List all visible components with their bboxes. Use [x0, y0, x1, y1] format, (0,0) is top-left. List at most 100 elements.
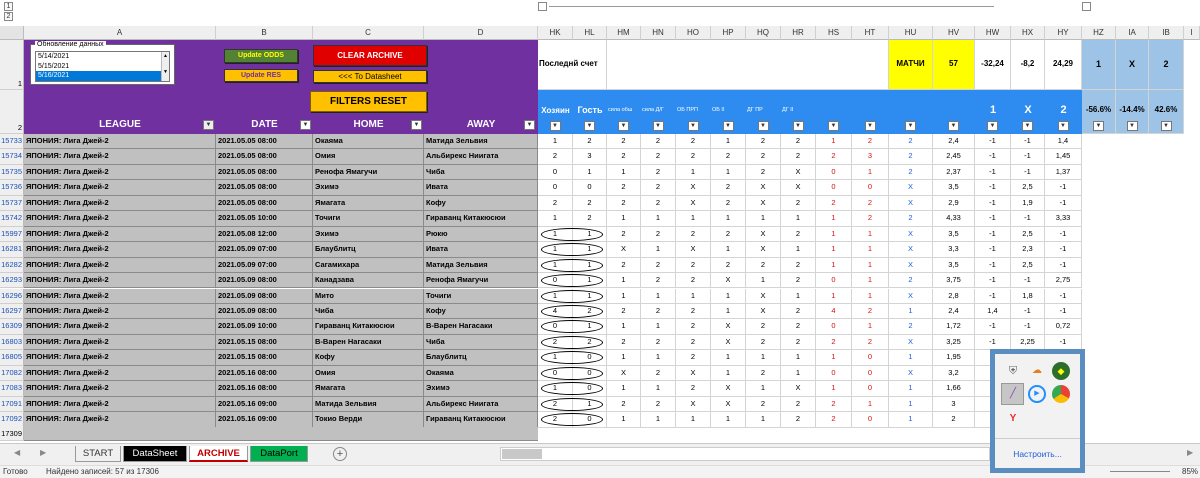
date-cell[interactable]: 2021.05.15 08:00 — [216, 334, 313, 351]
stat-cell-hq[interactable]: 1 — [746, 350, 781, 366]
row-header-last[interactable]: 17309 — [0, 427, 24, 441]
stat-cell-hn[interactable]: 2 — [641, 273, 676, 289]
stat-cell-hr[interactable]: X — [781, 381, 816, 397]
stat-cell-hr[interactable]: 1 — [781, 365, 816, 382]
host-score-cell[interactable]: 1 — [538, 381, 573, 397]
media-player-icon[interactable]: ▶ — [1028, 385, 1046, 403]
league-cell[interactable]: ЯПОНИЯ: Лига Джей-2 — [24, 381, 216, 397]
stat-cell-ht[interactable]: 1 — [852, 396, 889, 413]
stat-cell-hq[interactable]: 2 — [746, 257, 781, 274]
stat-cell-hw[interactable]: -1 — [975, 257, 1011, 274]
stat-cell-hx[interactable]: 2,5 — [1011, 257, 1045, 274]
stat-cell-ht[interactable]: 1 — [852, 273, 889, 289]
col-header-hp[interactable]: HP — [711, 26, 746, 40]
filter-ia-icon[interactable]: ▼ — [1126, 121, 1138, 131]
stat-cell-hm[interactable]: 2 — [607, 396, 641, 413]
stat-cell-hu[interactable]: 2 — [889, 319, 933, 335]
filter-hy-icon[interactable]: ▼ — [1057, 121, 1069, 131]
stat-cell-hv[interactable]: 3,5 — [933, 257, 975, 274]
date-cell[interactable]: 2021.05.16 09:00 — [216, 412, 313, 428]
outline-level-2[interactable]: 2 — [4, 12, 13, 21]
date-cell[interactable]: 2021.05.05 10:00 — [216, 211, 313, 227]
home-cell[interactable]: Ямагата — [313, 381, 424, 397]
zoom-slider[interactable] — [1110, 471, 1170, 472]
home-cell[interactable]: Окаяма — [313, 134, 424, 150]
stat-cell-hr[interactable]: 2 — [781, 195, 816, 212]
stat-cell-hv[interactable]: 2,9 — [933, 195, 975, 212]
home-cell[interactable]: Сагамихара — [313, 257, 424, 274]
stat-cell-hp[interactable]: 2 — [711, 180, 746, 196]
date-cell[interactable]: 2021.05.09 07:00 — [216, 242, 313, 258]
stat-cell-hx[interactable]: 2,5 — [1011, 226, 1045, 243]
stat-cell-hr[interactable]: 2 — [781, 226, 816, 243]
date-cell[interactable]: 2021.05.05 08:00 — [216, 180, 313, 196]
stat-cell-ht[interactable]: 1 — [852, 242, 889, 258]
stat-cell-ho[interactable]: X — [676, 365, 711, 382]
home-cell[interactable]: Канадзава — [313, 273, 424, 289]
customize-link[interactable]: Настроить... — [995, 449, 1080, 459]
filter-ib-icon[interactable]: ▼ — [1160, 121, 1172, 131]
col-header-hx[interactable]: HX — [1011, 26, 1045, 40]
stat-cell-hn[interactable]: 2 — [641, 303, 676, 320]
stat-cell-hm[interactable]: 1 — [607, 211, 641, 227]
date-cell[interactable]: 2021.05.05 08:00 — [216, 149, 313, 165]
guest-score-cell[interactable]: 0 — [573, 180, 607, 196]
guest-score-cell[interactable]: 1 — [573, 242, 607, 258]
stat-cell-hq[interactable]: 1 — [746, 211, 781, 227]
away-cell[interactable]: Блаублитц — [424, 350, 538, 366]
league-cell[interactable]: ЯПОНИЯ: Лига Джей-2 — [24, 273, 216, 289]
stat-cell-hr[interactable]: 2 — [781, 257, 816, 274]
to-datasheet-button[interactable]: <<< To Datasheet — [313, 70, 427, 83]
host-score-cell[interactable]: 0 — [538, 365, 573, 382]
col-header-hw[interactable]: HW — [975, 26, 1011, 40]
stat-cell-hm[interactable]: X — [607, 365, 641, 382]
guest-score-cell[interactable]: 1 — [573, 396, 607, 413]
league-cell[interactable]: ЯПОНИЯ: Лига Джей-2 — [24, 149, 216, 165]
stat-cell-hy[interactable]: -1 — [1045, 242, 1082, 258]
stat-cell-hp[interactable]: X — [711, 319, 746, 335]
stat-cell-ht[interactable]: 2 — [852, 303, 889, 320]
host-score-cell[interactable]: 2 — [538, 149, 573, 165]
stat-cell-hu[interactable]: 1 — [889, 412, 933, 428]
scrollbar-thumb[interactable] — [502, 449, 542, 459]
date-cell[interactable]: 2021.05.09 08:00 — [216, 288, 313, 304]
stat-cell-hv[interactable]: 2,45 — [933, 149, 975, 165]
stat-cell-hn[interactable]: 2 — [641, 396, 676, 413]
stat-cell-hv[interactable]: 3,3 — [933, 242, 975, 258]
stat-cell-ho[interactable]: 2 — [676, 381, 711, 397]
stat-cell-hv[interactable]: 3,5 — [933, 226, 975, 243]
col-header-hl[interactable]: HL — [573, 26, 607, 40]
stat-cell-hp[interactable]: X — [711, 273, 746, 289]
stat-cell-hw[interactable]: -1 — [975, 319, 1011, 335]
league-cell[interactable]: ЯПОНИЯ: Лига Джей-2 — [24, 211, 216, 227]
away-cell[interactable]: В-Варен Нагасаки — [424, 319, 538, 335]
date-cell[interactable]: 2021.05.09 07:00 — [216, 257, 313, 274]
stat-cell-hy[interactable]: 1,45 — [1045, 149, 1082, 165]
stat-cell-hr[interactable]: X — [781, 164, 816, 181]
filter-hk-icon[interactable]: ▼ — [549, 121, 561, 131]
stat-cell-hv[interactable]: 1,66 — [933, 381, 975, 397]
guest-score-cell[interactable]: 0 — [573, 365, 607, 382]
stat-cell-ht[interactable]: 0 — [852, 350, 889, 366]
filter-hn-icon[interactable]: ▼ — [652, 121, 664, 131]
stat-cell-hm[interactable]: X — [607, 242, 641, 258]
date-cell[interactable]: 2021.05.16 08:00 — [216, 365, 313, 382]
away-cell[interactable]: Матида Зельвия — [424, 134, 538, 150]
stat-cell-ht[interactable]: 0 — [852, 365, 889, 382]
date-listbox[interactable]: 5/14/2021 5/15/2021 5/16/2021 ▲ ▼ — [35, 51, 170, 82]
row-header[interactable]: 17082 — [0, 365, 24, 382]
stat-cell-hm[interactable]: 1 — [607, 412, 641, 428]
tab-scroll-left-icon[interactable]: ◀ — [14, 448, 20, 457]
stat-cell-hq[interactable]: X — [746, 195, 781, 212]
league-cell[interactable]: ЯПОНИЯ: Лига Джей-2 — [24, 412, 216, 428]
row-header[interactable]: 16805 — [0, 350, 24, 366]
stat-cell-hx[interactable]: -1 — [1011, 319, 1045, 335]
stat-cell-ho[interactable]: 2 — [676, 257, 711, 274]
stat-cell-hr[interactable]: 2 — [781, 334, 816, 351]
stat-cell-hv[interactable]: 3,5 — [933, 180, 975, 196]
stat-cell-hs[interactable]: 0 — [816, 319, 852, 335]
stat-cell-hn[interactable]: 2 — [641, 365, 676, 382]
stat-cell-ho[interactable]: 1 — [676, 164, 711, 181]
col-header-c[interactable]: C — [313, 26, 424, 40]
away-cell[interactable]: Ивата — [424, 242, 538, 258]
